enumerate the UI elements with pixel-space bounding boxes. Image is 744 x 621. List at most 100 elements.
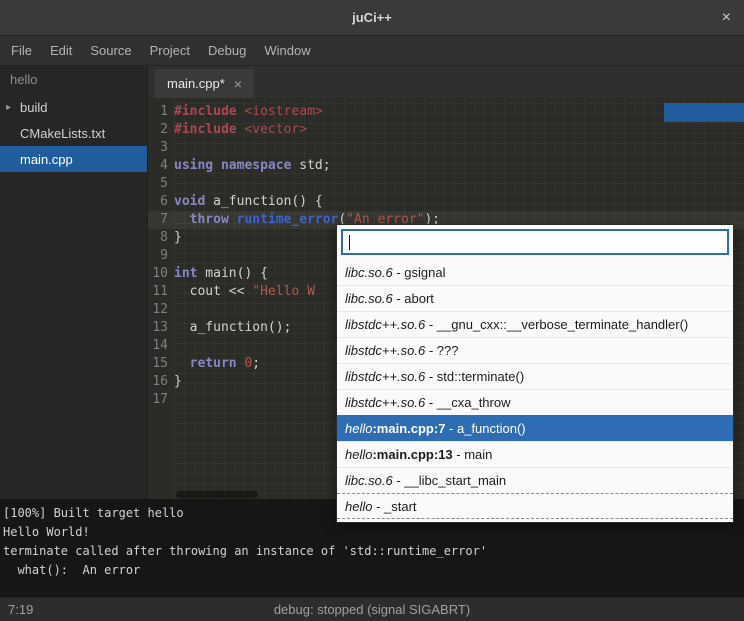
popup-search-input[interactable]: [341, 229, 729, 255]
code-line-5[interactable]: 5: [148, 175, 744, 193]
backtrace-symbol: - _start: [372, 499, 416, 514]
code-token: runtime_error: [237, 212, 339, 227]
backtrace-symbol: - gsignal: [393, 265, 446, 280]
backtrace-lib: libstdc++.so.6: [345, 395, 425, 410]
menu-item-debug[interactable]: Debug: [199, 36, 255, 66]
backtrace-item-2[interactable]: libc.so.6 - abort: [337, 285, 733, 311]
backtrace-location: :main.cpp:13: [372, 447, 452, 462]
code-token: main() {: [197, 266, 267, 281]
window-close-icon[interactable]: ×: [722, 10, 731, 26]
backtrace-item-8[interactable]: hello:main.cpp:13 - main: [337, 441, 733, 467]
line-number: 16: [148, 373, 174, 391]
code-token: [213, 158, 221, 173]
code-line-1[interactable]: 1#include <iostream>: [148, 103, 744, 121]
backtrace-lib: libc.so.6: [345, 291, 393, 306]
backtrace-symbol: - __cxa_throw: [425, 395, 510, 410]
line-text: using namespace std;: [174, 157, 744, 175]
code-token: [229, 212, 237, 227]
backtrace-lib: libc.so.6: [345, 265, 393, 280]
menu-item-source[interactable]: Source: [81, 36, 140, 66]
code-line-2[interactable]: 2#include <vector>: [148, 121, 744, 139]
backtrace-item-5[interactable]: libstdc++.so.6 - std::terminate(): [337, 363, 733, 389]
backtrace-lib: hello: [345, 499, 372, 514]
line-number: 5: [148, 175, 174, 193]
code-token: <iostream>: [244, 104, 322, 119]
debug-status: debug: stopped (signal SIGABRT): [0, 602, 744, 617]
backtrace-item-9[interactable]: libc.so.6 - __libc_start_main: [337, 467, 733, 493]
menu-item-file[interactable]: File: [2, 36, 41, 66]
backtrace-item-1[interactable]: libc.so.6 - gsignal: [337, 259, 733, 285]
expander-icon[interactable]: ▸: [0, 102, 20, 113]
code-token: [174, 356, 190, 371]
line-number: 13: [148, 319, 174, 337]
backtrace-symbol: - a_function(): [445, 421, 525, 436]
menu-item-edit[interactable]: Edit: [41, 36, 81, 66]
backtrace-item-4[interactable]: libstdc++.so.6 - ???: [337, 337, 733, 363]
line-number: 6: [148, 193, 174, 211]
backtrace-symbol: - std::terminate(): [425, 369, 524, 384]
horizontal-scrollbar-thumb[interactable]: [176, 491, 258, 498]
tab-label: main.cpp*: [167, 76, 225, 91]
tree-item-cmakelists-txt[interactable]: CMakeLists.txt: [0, 120, 147, 146]
menu-item-project[interactable]: Project: [141, 36, 199, 66]
code-token: }: [174, 230, 182, 245]
file-tree: ▸build CMakeLists.txt main.cpp: [0, 94, 147, 172]
line-text: [174, 139, 744, 157]
backtrace-lib: libc.so.6: [345, 473, 393, 488]
backtrace-item-10[interactable]: hello - _start: [337, 493, 733, 519]
code-token: cout <<: [174, 284, 252, 299]
backtrace-location: :main.cpp:7: [372, 421, 445, 436]
line-number: 4: [148, 157, 174, 175]
code-token: a_function();: [174, 320, 291, 335]
line-text: #include <iostream>: [174, 103, 744, 121]
text-caret: [349, 235, 350, 250]
code-token: using: [174, 158, 213, 173]
project-name: hello: [0, 66, 147, 94]
line-number: 8: [148, 229, 174, 247]
code-token: return: [190, 356, 237, 371]
tree-item-main-cpp[interactable]: main.cpp: [0, 146, 147, 172]
title-bar: juCi++ ×: [0, 0, 744, 36]
line-number: 12: [148, 301, 174, 319]
code-line-6[interactable]: 6void a_function() {: [148, 193, 744, 211]
backtrace-symbol: - __gnu_cxx::__verbose_terminate_handler…: [425, 317, 688, 332]
tree-item-build[interactable]: ▸build: [0, 94, 147, 120]
code-token: <vector>: [244, 122, 307, 137]
menu-item-window[interactable]: Window: [255, 36, 319, 66]
code-line-3[interactable]: 3: [148, 139, 744, 157]
code-token: throw: [190, 212, 229, 227]
backtrace-item-7[interactable]: hello:main.cpp:7 - a_function(): [337, 415, 733, 441]
code-token: "Hello W: [252, 284, 315, 299]
tab-close-icon[interactable]: ×: [234, 76, 242, 92]
tree-item-label: CMakeLists.txt: [20, 126, 105, 141]
tree-item-label: main.cpp: [20, 152, 73, 167]
backtrace-lib: libstdc++.so.6: [345, 317, 425, 332]
output-line-2: Hello World!: [3, 523, 741, 542]
code-token: ;: [252, 356, 260, 371]
output-line-4: what(): An error: [3, 561, 741, 580]
output-line-3: terminate called after throwing an insta…: [3, 542, 741, 561]
backtrace-symbol: - ???: [425, 343, 458, 358]
code-token: #include: [174, 104, 237, 119]
tab-bar: main.cpp* ×: [148, 66, 744, 98]
line-text: void a_function() {: [174, 193, 744, 211]
backtrace-symbol: - abort: [393, 291, 434, 306]
backtrace-item-6[interactable]: libstdc++.so.6 - __cxa_throw: [337, 389, 733, 415]
code-token: #include: [174, 122, 237, 137]
backtrace-lib: libstdc++.so.6: [345, 369, 425, 384]
backtrace-lib: libstdc++.so.6: [345, 343, 425, 358]
tree-item-label: build: [20, 100, 47, 115]
line-number: 2: [148, 121, 174, 139]
sidebar: hello ▸build CMakeLists.txt main.cpp: [0, 66, 148, 499]
code-token: std;: [291, 158, 330, 173]
backtrace-item-3[interactable]: libstdc++.so.6 - __gnu_cxx::__verbose_te…: [337, 311, 733, 337]
line-number: 11: [148, 283, 174, 301]
line-text: [174, 175, 744, 193]
backtrace-symbol: - main: [453, 447, 493, 462]
app-window: juCi++ × FileEditSourceProjectDebugWindo…: [0, 0, 744, 621]
line-number: 14: [148, 337, 174, 355]
code-line-4[interactable]: 4using namespace std;: [148, 157, 744, 175]
tab-main-cpp[interactable]: main.cpp* ×: [155, 69, 254, 98]
vertical-scrollbar-thumb[interactable]: [664, 103, 744, 122]
code-token: }: [174, 374, 182, 389]
